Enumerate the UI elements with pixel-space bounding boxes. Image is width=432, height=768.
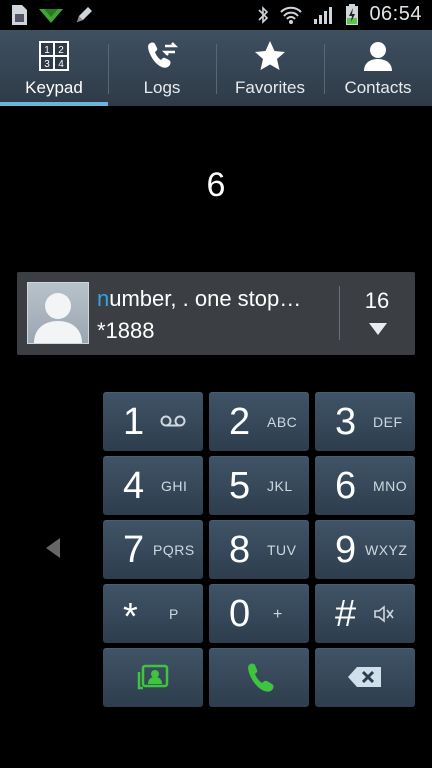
tab-logs[interactable]: Logs [108,30,216,106]
suggestion-name: number, . one stop… [97,286,301,312]
call-button[interactable] [209,648,309,707]
logs-icon [145,40,179,72]
key-0[interactable]: 0 + [209,584,309,643]
key-digit: * [123,596,138,638]
key-hash[interactable]: # [315,584,415,643]
backspace-icon [347,666,383,693]
key-digit: 3 [335,401,357,443]
tab-favorites-label: Favorites [235,78,305,97]
key-digit: 1 [123,401,145,443]
key-letters: + [273,606,283,623]
tab-contacts-label: Contacts [344,78,412,97]
clock: 06:54 [369,3,422,25]
key-1[interactable]: 1 [103,392,203,451]
key-digit: 2 [229,401,251,443]
tab-keypad[interactable]: 1 2 3 4 Keypad [0,30,108,106]
tab-bar: 1 2 3 4 Keypad Logs Favorites Contacts [0,30,432,106]
add-contact-icon [137,664,171,697]
tab-favorites[interactable]: Favorites [216,30,324,106]
key-3[interactable]: 3 DEF [315,392,415,451]
tab-keypad-label: Keypad [25,78,83,97]
svg-text:1: 1 [44,45,50,56]
key-8[interactable]: 8 TUV [209,520,309,579]
svg-text:3: 3 [44,59,50,70]
suggestion-number: *1888 [97,318,155,343]
key-9[interactable]: 9 WXYZ [315,520,415,579]
pencil-icon [74,5,94,25]
add-contact-button[interactable] [103,648,203,707]
key-digit: 5 [229,465,251,507]
key-4[interactable]: 4 GHI [103,456,203,515]
key-digit: 9 [335,529,357,571]
key-letters: ABC [267,414,298,430]
voicemail-icon [159,410,187,437]
match-count[interactable]: 16 [347,288,407,314]
key-digit: # [335,593,357,635]
dialed-number[interactable]: 6 [0,166,432,205]
signal-icon [313,5,335,25]
bluetooth-icon [257,5,269,25]
star-icon [253,40,287,72]
name-rest: umber, . one stop… [109,286,302,311]
name-match-highlight: n [97,286,110,311]
key-letters: JKL [267,478,293,494]
key-digit: 4 [123,465,145,507]
key-letters: GHI [161,478,188,494]
key-6[interactable]: 6 MNO [315,456,415,515]
key-letters: TUV [267,542,297,558]
download-icon [38,5,64,25]
keypad-icon: 1 2 3 4 [38,40,70,72]
battery-charging-icon [345,3,359,26]
key-letters: MNO [373,478,408,494]
svg-text:2: 2 [58,45,64,56]
key-letters: P [169,606,179,622]
key-5[interactable]: 5 JKL [209,456,309,515]
tab-logs-label: Logs [143,78,181,97]
key-2[interactable]: 2 ABC [209,392,309,451]
expand-arrow-icon[interactable] [369,322,387,340]
key-digit: 7 [123,529,145,571]
key-digit: 6 [335,465,357,507]
svg-text:4: 4 [58,59,64,70]
key-digit: 8 [229,529,251,571]
key-star[interactable]: * P [103,584,203,643]
contact-icon [361,40,395,72]
key-letters: DEF [373,414,403,430]
avatar [27,282,89,344]
phone-icon [245,662,275,699]
key-digit: 0 [229,593,251,635]
status-bar: 06:54 [0,0,432,30]
tab-contacts[interactable]: Contacts [324,30,432,106]
key-7[interactable]: 7 PQRS [103,520,203,579]
backspace-button[interactable] [315,648,415,707]
mute-icon [373,604,395,629]
contact-suggestion[interactable]: number, . one stop… *1888 16 [17,272,415,355]
wifi-icon [279,5,303,25]
divider [339,286,340,340]
key-letters: PQRS [153,542,195,558]
key-letters: WXYZ [365,542,408,558]
sim-card-icon [10,4,28,26]
left-arrow-icon[interactable] [46,538,62,563]
